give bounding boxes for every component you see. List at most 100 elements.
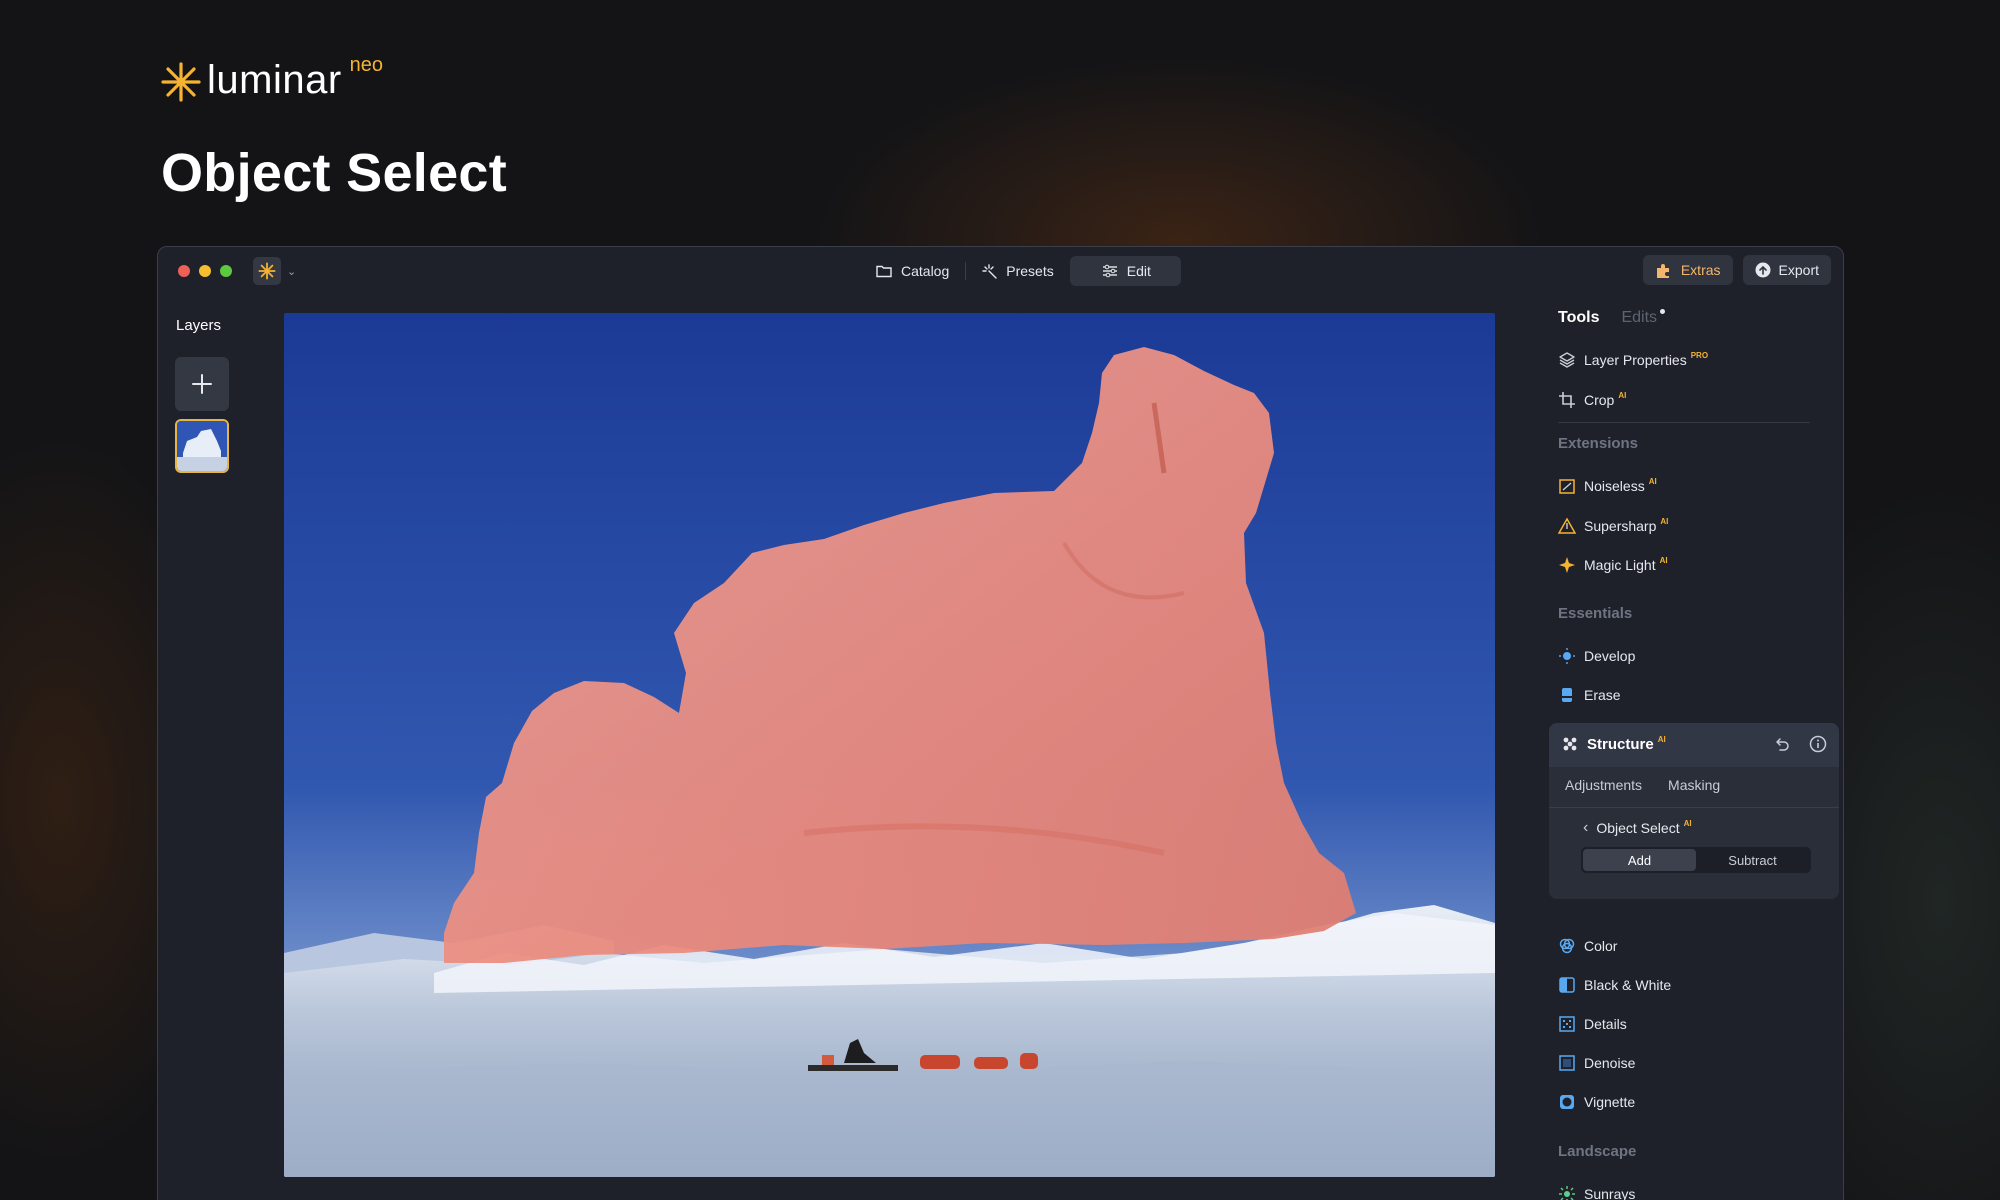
tool-denoise-label: Denoise — [1584, 1055, 1636, 1071]
photo-canvas[interactable] — [284, 313, 1495, 1177]
chevron-down-icon: ⌄ — [287, 265, 297, 278]
structure-title-group: Structure AI — [1561, 735, 1666, 753]
subtabs-divider — [1549, 807, 1839, 808]
tools-panel: Tools Edits Layer Properties PRO Crop AI… — [1546, 303, 1839, 1200]
maximize-window-button[interactable] — [220, 265, 232, 277]
details-icon — [1559, 1016, 1575, 1032]
structure-icon — [1563, 737, 1577, 751]
mask-mode-toggle: Add Subtract — [1581, 847, 1811, 873]
layers-icon — [1559, 352, 1575, 368]
tab-adjustments[interactable]: Adjustments — [1565, 777, 1642, 793]
tool-crop[interactable]: Crop AI — [1558, 389, 1626, 411]
object-select-label: Object Select — [1596, 820, 1680, 836]
main-nav: Catalog Presets Edit — [860, 256, 1181, 286]
minimize-window-button[interactable] — [199, 265, 211, 277]
tool-color[interactable]: Color — [1558, 935, 1617, 957]
iceberg-photo — [284, 313, 1495, 1177]
upload-icon — [1755, 262, 1771, 278]
tool-supersharp[interactable]: Supersharp AI — [1558, 515, 1668, 537]
tool-noiseless[interactable]: Noiseless AI — [1558, 475, 1657, 497]
bw-icon — [1559, 977, 1575, 993]
structure-header[interactable]: Structure AI — [1549, 723, 1839, 767]
ai-badge: AI — [1683, 818, 1692, 828]
layers-title: Layers — [176, 317, 222, 334]
structure-tool-card: Structure AI Adjustments Masking ‹ Objec… — [1549, 723, 1839, 899]
brand-name: luminar — [207, 58, 342, 102]
top-right-actions: Extras Export — [1642, 255, 1831, 285]
nav-edit-label: Edit — [1126, 263, 1151, 279]
tab-tools[interactable]: Tools — [1558, 309, 1599, 327]
folder-icon — [876, 265, 892, 278]
tool-layer-properties[interactable]: Layer Properties PRO — [1558, 349, 1708, 371]
denoise-icon — [1559, 1055, 1575, 1071]
tool-denoise[interactable]: Denoise — [1558, 1052, 1635, 1074]
tab-edits[interactable]: Edits — [1621, 309, 1665, 327]
tool-vignette-label: Vignette — [1584, 1094, 1636, 1110]
mode-add-button[interactable]: Add — [1583, 849, 1696, 871]
puzzle-icon — [1656, 264, 1669, 278]
supersharp-icon — [1558, 517, 1576, 534]
tool-sunrays-label: Sunrays — [1584, 1186, 1636, 1200]
tool-noiseless-label: Noiseless — [1584, 478, 1645, 494]
add-layer-button[interactable] — [175, 357, 229, 411]
info-icon[interactable] — [1809, 735, 1827, 753]
chevron-left-icon: ‹ — [1583, 819, 1589, 836]
nav-presets-label: Presets — [1006, 263, 1054, 279]
structure-actions — [1773, 735, 1827, 753]
sun-icon — [1559, 648, 1575, 664]
tool-crop-label: Crop — [1584, 392, 1615, 408]
titlebar: ⌄ Catalog Presets Edit Extras Export — [158, 247, 1843, 295]
layer-thumbnail[interactable] — [175, 419, 229, 473]
tool-develop[interactable]: Develop — [1558, 645, 1635, 667]
tool-supersharp-label: Supersharp — [1584, 518, 1657, 534]
close-window-button[interactable] — [178, 265, 190, 277]
ai-badge: AI — [1659, 555, 1668, 565]
structure-subtabs: Adjustments Masking — [1565, 777, 1720, 793]
tool-black-white[interactable]: Black & White — [1558, 974, 1671, 996]
tool-erase-label: Erase — [1584, 687, 1621, 703]
extras-button[interactable]: Extras — [1642, 255, 1733, 285]
section-essentials: Essentials — [1558, 605, 1633, 622]
app-menu-button[interactable]: ⌄ — [253, 257, 296, 285]
eraser-icon — [1562, 688, 1572, 702]
app-logo-icon — [253, 257, 281, 285]
layer-thumbnail-image — [177, 421, 227, 471]
tool-black-white-label: Black & White — [1584, 977, 1672, 993]
structure-title: Structure — [1587, 735, 1654, 753]
tool-layer-properties-label: Layer Properties — [1584, 352, 1687, 368]
tab-masking[interactable]: Masking — [1668, 777, 1720, 793]
sliders-icon — [1102, 264, 1117, 278]
noiseless-icon — [1559, 479, 1575, 494]
tool-details[interactable]: Details — [1558, 1013, 1627, 1035]
magic-light-icon — [1559, 557, 1575, 573]
nav-catalog[interactable]: Catalog — [860, 256, 965, 286]
extras-label: Extras — [1680, 262, 1721, 278]
undo-icon[interactable] — [1773, 735, 1791, 753]
sunrays-icon — [1559, 1186, 1575, 1200]
tool-magic-light[interactable]: Magic Light AI — [1558, 554, 1668, 576]
ai-badge: AI — [1618, 390, 1627, 400]
tool-vignette[interactable]: Vignette — [1558, 1091, 1635, 1113]
brand-logo: luminar neo — [161, 54, 383, 102]
tool-erase[interactable]: Erase — [1558, 684, 1621, 706]
tool-magic-light-label: Magic Light — [1584, 557, 1656, 573]
color-icon — [1559, 938, 1575, 954]
mode-subtract-button[interactable]: Subtract — [1696, 849, 1809, 871]
object-select-back[interactable]: ‹ Object Select AI — [1583, 819, 1692, 837]
nav-edit[interactable]: Edit — [1069, 256, 1181, 286]
nav-presets[interactable]: Presets — [966, 256, 1069, 286]
export-label: Export — [1778, 262, 1819, 278]
panel-tabs: Tools Edits — [1558, 309, 1665, 327]
pro-badge: PRO — [1690, 350, 1709, 360]
plus-icon — [192, 374, 212, 394]
crop-icon — [1559, 392, 1575, 408]
tool-develop-label: Develop — [1584, 648, 1636, 664]
ai-badge: AI — [1660, 516, 1669, 526]
brand-suffix: neo — [349, 54, 384, 76]
tool-color-label: Color — [1584, 938, 1618, 954]
sparkle-icon — [982, 263, 997, 279]
tool-sunrays[interactable]: Sunrays — [1558, 1183, 1635, 1200]
ai-badge: AI — [1657, 734, 1666, 744]
export-button[interactable]: Export — [1742, 255, 1831, 285]
nav-catalog-label: Catalog — [901, 263, 950, 279]
